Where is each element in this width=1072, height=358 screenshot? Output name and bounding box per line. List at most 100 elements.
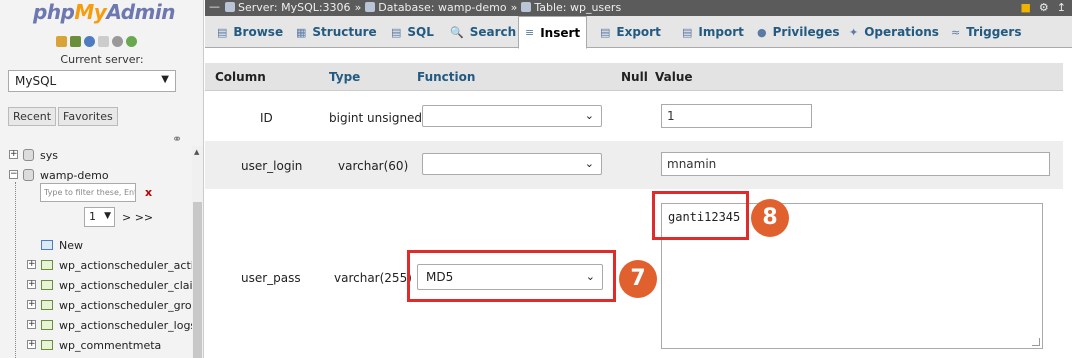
tree-item-table[interactable]: + wp_actionscheduler_claim: [0, 276, 192, 296]
collapse-icon[interactable]: −: [9, 170, 18, 179]
collapse-navigation-icon[interactable]: —: [209, 0, 220, 13]
structure-icon: ▦: [296, 25, 307, 39]
expand-icon[interactable]: +: [27, 320, 36, 329]
tree-item-sys[interactable]: + sys: [0, 146, 192, 166]
help-icon[interactable]: [84, 36, 95, 47]
insert-icon: ≡: [525, 26, 535, 39]
value-input[interactable]: 1: [661, 104, 812, 128]
breadcrumb-database[interactable]: Database: wamp-demo: [365, 1, 507, 14]
header-function[interactable]: Function: [417, 70, 475, 84]
highlight-password-value: [652, 191, 749, 240]
tree-item-new[interactable]: New: [0, 236, 192, 256]
table-icon: [41, 340, 53, 350]
reload-icon[interactable]: [126, 36, 137, 47]
tab-bar: ▤ Browse ▦ Structure ▤ SQL 🔍 Search ≡ Insert …: [205, 16, 1072, 49]
tab-export[interactable]: ▤ Export: [594, 16, 667, 48]
database-icon: [23, 149, 34, 161]
table-icon: [41, 260, 53, 270]
header-null: Null: [621, 70, 648, 84]
tab-search[interactable]: 🔍 Search: [444, 16, 522, 48]
home-icon[interactable]: [56, 36, 67, 47]
chevron-down-icon: ▼: [104, 211, 111, 221]
database-icon: [365, 2, 376, 12]
scrollbar-thumb[interactable]: [193, 202, 202, 358]
page-select[interactable]: 1 ▼: [84, 207, 115, 227]
table-icon: [41, 320, 53, 330]
gear-icon[interactable]: ⚙: [1039, 1, 1049, 14]
tab-triggers[interactable]: ≈ Triggers: [945, 16, 1028, 48]
expand-icon[interactable]: +: [27, 280, 36, 289]
tree-item-table[interactable]: + wp_actionscheduler_action: [0, 256, 192, 276]
table-row: user_login varchar(60) ⌄ mnamin: [205, 141, 1063, 189]
resize-grip-icon[interactable]: [1032, 338, 1040, 346]
table-row: ID bigint unsigned ⌄ 1: [205, 91, 1063, 141]
tab-favorites[interactable]: Favorites: [58, 107, 118, 126]
lock-icon[interactable]: ■: [1021, 1, 1031, 14]
clear-filter-button[interactable]: x: [145, 186, 152, 199]
database-icon: [23, 169, 34, 181]
scroll-up-icon[interactable]: ▲: [194, 148, 199, 156]
database-tree: + sys − wamp-demo: [0, 146, 192, 186]
tree-item-table[interactable]: + wp_commentmeta: [0, 336, 192, 356]
triggers-icon: ≈: [951, 25, 961, 39]
header-value: Value: [655, 70, 693, 84]
tree-item-table[interactable]: + wp_actionscheduler_group: [0, 296, 192, 316]
table-icon: [521, 2, 532, 12]
expand-icon[interactable]: +: [27, 300, 36, 309]
navigation-scrollbar[interactable]: ▲: [192, 146, 203, 358]
header-column: Column: [215, 70, 266, 84]
import-icon: ▤: [682, 25, 693, 39]
insert-form: Column Type Function Null Value ID bigin…: [205, 49, 1072, 358]
quick-links: [56, 36, 137, 47]
breadcrumb-separator: »: [510, 1, 518, 14]
function-select[interactable]: ⌄: [422, 153, 602, 175]
docs-icon[interactable]: [98, 36, 109, 47]
table-icon: [41, 300, 53, 310]
next-page-link[interactable]: > >>: [122, 211, 153, 224]
tab-recent[interactable]: Recent: [8, 107, 57, 126]
link-with-main-panel-icon[interactable]: ⚭: [172, 132, 182, 146]
column-name: ID: [260, 111, 273, 125]
step-badge-8: 8: [751, 199, 789, 237]
tab-sql[interactable]: ▤ SQL: [385, 16, 440, 48]
column-type: varchar(255): [334, 271, 412, 285]
column-name: user_login: [241, 159, 303, 173]
column-type: varchar(60): [338, 159, 409, 173]
search-icon: 🔍: [450, 25, 464, 39]
tab-privileges[interactable]: ● Privileges: [751, 16, 846, 48]
expand-icon[interactable]: +: [27, 260, 36, 269]
breadcrumb: — Server: MySQL:3306 » Database: wamp-de…: [205, 0, 1072, 16]
column-name: user_pass: [241, 271, 301, 285]
tab-insert[interactable]: ≡ Insert: [518, 16, 588, 49]
breadcrumb-server[interactable]: Server: MySQL:3306: [225, 1, 351, 14]
browse-icon: ▤: [217, 25, 228, 39]
expand-icon[interactable]: +: [9, 150, 18, 159]
expand-icon[interactable]: +: [27, 340, 36, 349]
tab-structure[interactable]: ▦ Structure: [290, 16, 383, 48]
server-icon: [225, 2, 235, 12]
navigation-panel: phpMyAdmin Current server: MySQL ▼ Recen…: [0, 0, 204, 358]
chevron-down-icon: ⌄: [584, 109, 594, 122]
value-input[interactable]: mnamin: [661, 152, 1050, 176]
chevron-down-icon: ▼: [161, 74, 169, 85]
tab-import[interactable]: ▤ Import: [676, 16, 750, 48]
chevron-down-icon: ⌄: [584, 157, 594, 170]
tab-operations[interactable]: ✦ Operations: [843, 16, 945, 48]
server-select[interactable]: MySQL ▼: [8, 70, 176, 92]
sql-icon: ▤: [391, 25, 402, 39]
phpmyadmin-logo[interactable]: phpMyAdmin: [33, 0, 175, 24]
nav-tabs: Recent Favorites: [8, 107, 118, 126]
exit-icon[interactable]: [70, 36, 81, 47]
table-icon: [41, 280, 53, 290]
tab-browse[interactable]: ▤ Browse: [211, 16, 289, 48]
current-server-label: Current server:: [60, 53, 144, 66]
function-select[interactable]: ⌄: [422, 105, 602, 127]
breadcrumb-table[interactable]: Table: wp_users: [521, 1, 621, 14]
tree-item-table[interactable]: + wp_actionscheduler_logs: [0, 316, 192, 336]
table-tree: New + wp_actionscheduler_action + wp_act…: [0, 236, 192, 356]
table-filter-input[interactable]: Type to filter these, Enter: [40, 183, 136, 202]
breadcrumb-separator: »: [354, 1, 362, 14]
settings-icon[interactable]: [112, 36, 123, 47]
header-type[interactable]: Type: [329, 70, 360, 84]
collapse-top-icon[interactable]: ↥: [1057, 1, 1066, 14]
